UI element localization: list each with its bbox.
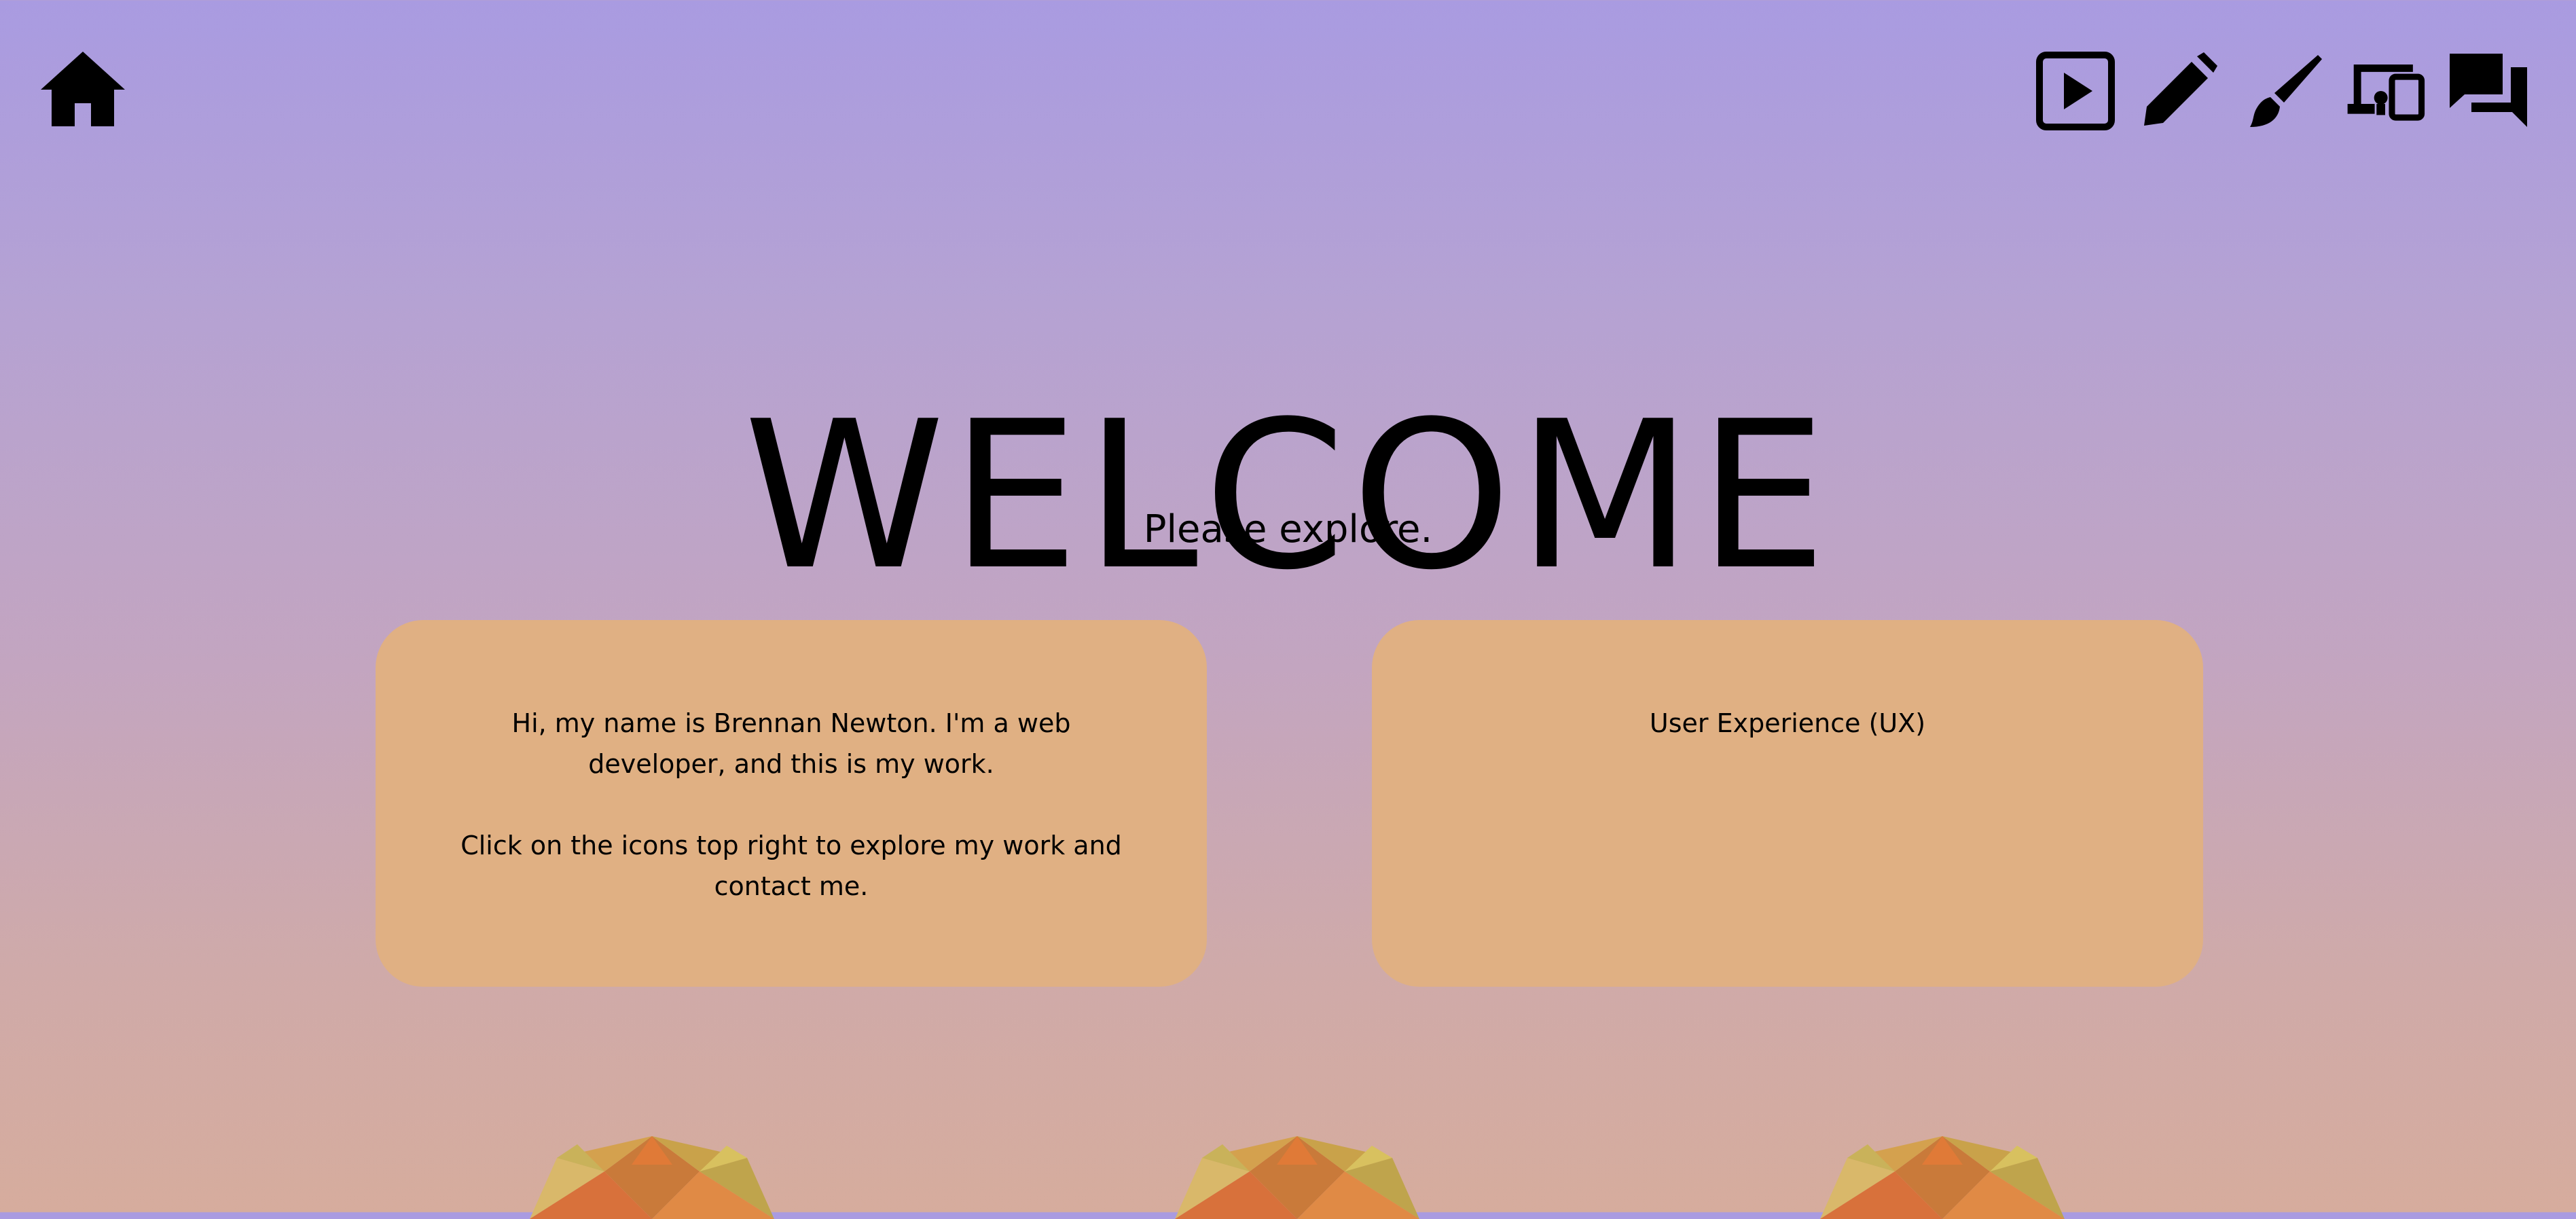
ux-card-title: User Experience (UX) bbox=[1649, 708, 1926, 738]
polygon-decoration bbox=[1161, 1131, 1433, 1219]
intro-text: Hi, my name is Brennan Newton. I'm a web… bbox=[511, 708, 1071, 779]
home-link[interactable] bbox=[39, 50, 126, 128]
nav-writing-link[interactable] bbox=[2139, 51, 2219, 131]
intro-card: Hi, my name is Brennan Newton. I'm a web… bbox=[376, 620, 1207, 987]
play-icon bbox=[2036, 52, 2115, 130]
page-subtitle: Please explore. bbox=[1143, 507, 1433, 551]
top-right-nav bbox=[2035, 50, 2528, 132]
nav-contact-link[interactable] bbox=[2448, 51, 2528, 131]
ux-card: User Experience (UX) bbox=[1372, 620, 2203, 987]
chat-icon bbox=[2450, 54, 2527, 127]
polygon-decoration bbox=[1807, 1131, 2078, 1219]
pencil-icon bbox=[2144, 52, 2217, 126]
devices-icon bbox=[2347, 64, 2425, 121]
nav-video-link[interactable] bbox=[2035, 51, 2116, 131]
home-icon bbox=[41, 52, 125, 126]
page-title: WELCOME bbox=[743, 378, 1833, 615]
intro-instructions: Click on the icons top right to explore … bbox=[460, 831, 1122, 901]
polygon-decoration bbox=[516, 1131, 788, 1219]
nav-devices-link[interactable] bbox=[2345, 51, 2425, 131]
paintbrush-icon bbox=[2250, 55, 2322, 127]
nav-design-link[interactable] bbox=[2242, 51, 2322, 131]
